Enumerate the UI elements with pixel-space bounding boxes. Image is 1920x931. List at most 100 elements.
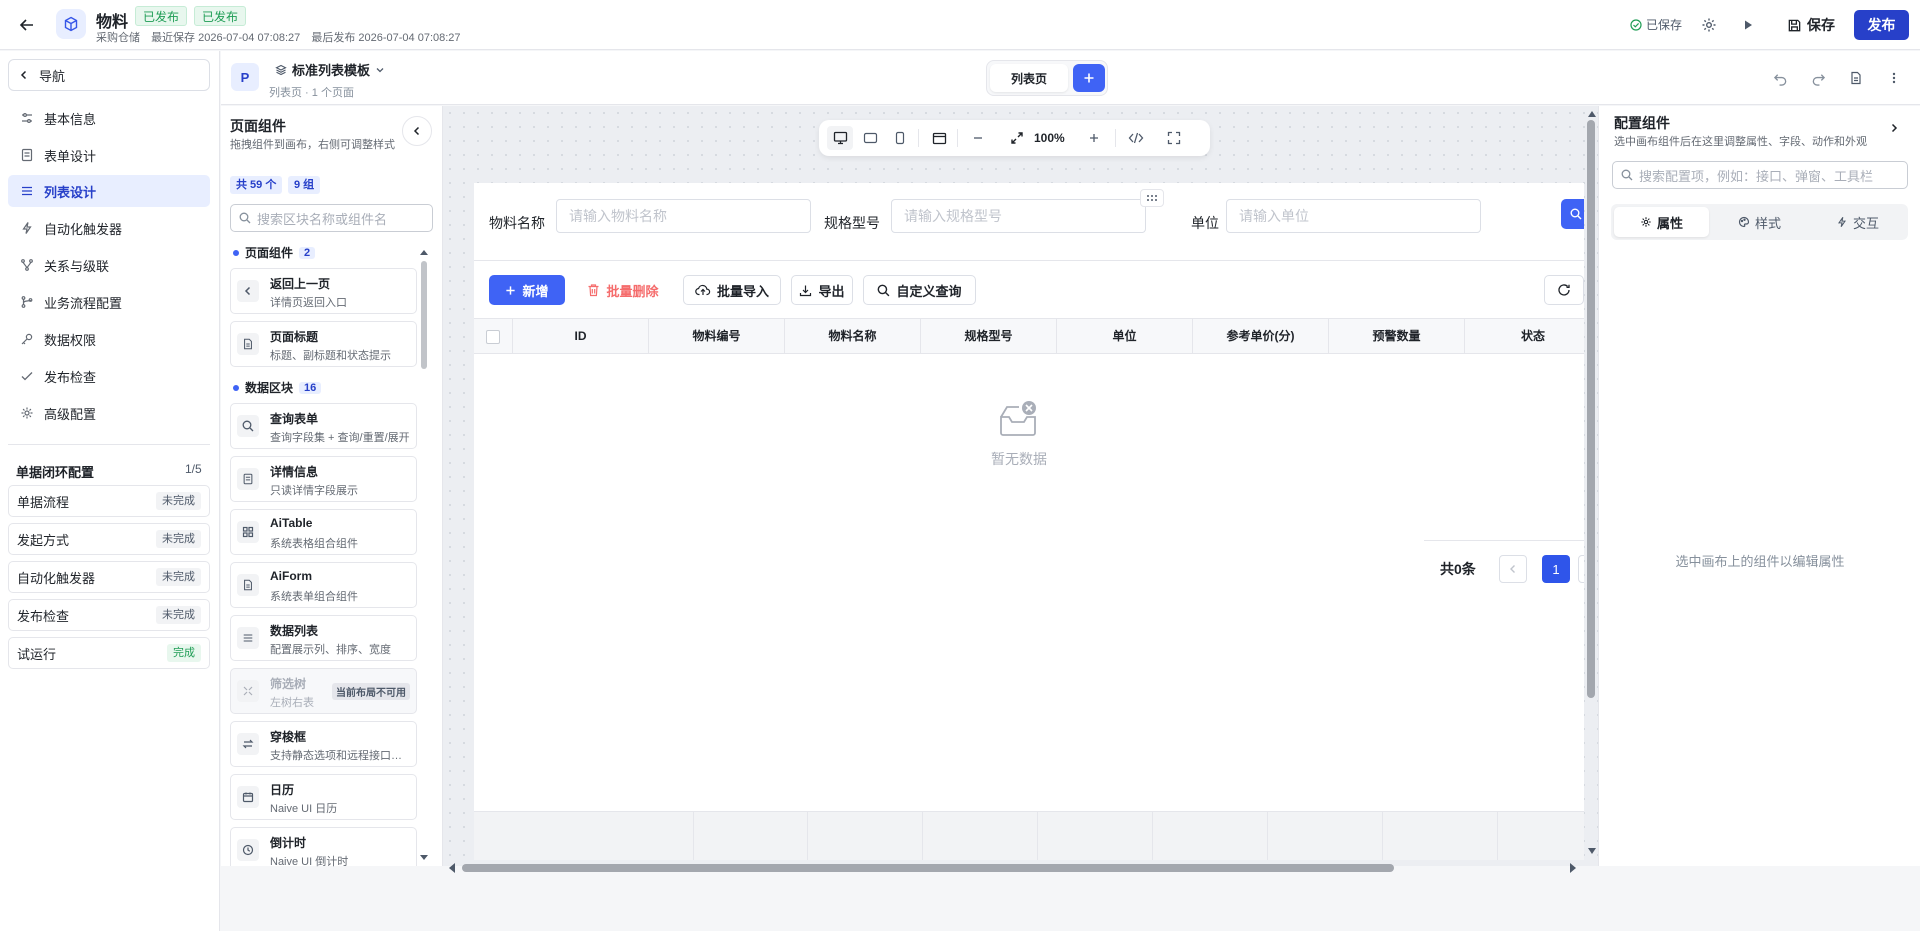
tab-style[interactable]: 样式 — [1712, 207, 1807, 237]
app-meta: 采购仓储 最近保存 2026-07-04 07:08:27 最后发布 2026-… — [96, 29, 469, 45]
pagination-prev-button[interactable] — [1499, 555, 1527, 583]
component-name: 页面标题 — [270, 330, 319, 344]
scroll-up-icon[interactable] — [1588, 111, 1596, 117]
loop-item-automation-triggers[interactable]: 自动化触发器 未完成 — [8, 561, 210, 593]
select-all-checkbox[interactable] — [486, 330, 500, 344]
collapse-components-button[interactable] — [402, 116, 432, 146]
sidebar-item-basic-info[interactable]: 基本信息 — [8, 102, 210, 134]
frame-view-button[interactable] — [926, 126, 952, 150]
group-data-blocks[interactable]: 数据区块 16 — [233, 379, 322, 396]
fullscreen-button[interactable] — [1161, 126, 1187, 150]
material-name-input[interactable]: 请输入物料名称 — [556, 199, 811, 233]
status-badge: 未完成 — [156, 530, 201, 548]
component-search-input[interactable]: 搜索区块名称或组件名 — [230, 204, 433, 232]
config-search-input[interactable]: 搜索配置项，例如：接口、弹窗、工具栏 — [1612, 161, 1908, 189]
component-card-page-title[interactable]: 页面标题 标题、副标题和状态提示 — [230, 321, 417, 367]
group-page-components[interactable]: 页面组件 2 — [233, 244, 316, 261]
custom-query-button[interactable]: 自定义查询 — [863, 275, 976, 305]
sidebar-item-data-permissions[interactable]: 数据权限 — [8, 323, 210, 355]
key-icon — [21, 333, 33, 345]
mobile-icon — [895, 131, 905, 145]
add-page-button[interactable] — [1073, 64, 1105, 92]
sidebar-item-business-flow[interactable]: 业务流程配置 — [8, 286, 210, 318]
status-badge: 未完成 — [156, 492, 201, 510]
scroll-right-icon[interactable] — [1570, 863, 1576, 873]
loop-item-publish-check[interactable]: 发布检查 未完成 — [8, 599, 210, 631]
table-header-cell[interactable]: 物料编号 — [649, 319, 785, 354]
tab-interaction[interactable]: 交互 — [1810, 207, 1905, 237]
scroll-down-icon[interactable] — [1588, 848, 1596, 854]
query-search-button[interactable] — [1561, 199, 1584, 229]
components-scrollbar[interactable] — [421, 261, 427, 369]
sidebar-item-advanced-config[interactable]: 高级配置 — [8, 397, 210, 429]
undo-button[interactable] — [1766, 64, 1794, 92]
redo-button[interactable] — [1804, 64, 1832, 92]
loop-item-trial-run[interactable]: 试运行 完成 — [8, 637, 210, 669]
desktop-view-button[interactable] — [827, 126, 853, 150]
save-button[interactable]: 保存 — [1778, 10, 1844, 40]
design-canvas[interactable]: 100% 物料名称 请输入物料名称 规格型号 请输入规格型号 单位 请输入单位 — [443, 106, 1598, 873]
save-icon — [1788, 19, 1801, 31]
component-card-back[interactable]: 返回上一页 详情页返回入口 — [230, 268, 417, 314]
sidebar-item-relations[interactable]: 关系与级联 — [8, 249, 210, 281]
scroll-down-icon[interactable] — [419, 854, 429, 862]
pagination-next-button[interactable] — [1578, 555, 1584, 583]
scroll-up-icon[interactable] — [419, 248, 429, 256]
component-card-aiform[interactable]: AiForm 系统表单组合组件 — [230, 562, 417, 608]
component-card-aitable[interactable]: AiTable 系统表格组合组件 — [230, 509, 417, 555]
spec-model-input[interactable]: 请输入规格型号 — [891, 199, 1146, 233]
component-card-transfer[interactable]: 穿梭框 支持静态选项和远程接口数据 — [230, 721, 417, 767]
sidebar-item-label: 基本信息 — [44, 111, 97, 127]
pagination-page-button[interactable]: 1 — [1542, 555, 1570, 583]
table-header-cell[interactable]: 参考单价(分) — [1193, 319, 1329, 354]
loop-item-document-flow[interactable]: 单据流程 未完成 — [8, 485, 210, 517]
swap-icon — [237, 733, 259, 755]
zoom-out-button[interactable] — [965, 126, 991, 150]
component-card-detail-info[interactable]: 详情信息 只读详情字段展示 — [230, 456, 417, 502]
zoom-in-button[interactable] — [1081, 126, 1107, 150]
table-header-cell[interactable]: ID — [513, 319, 649, 354]
tablet-view-button[interactable] — [857, 126, 883, 150]
template-selector[interactable]: 标准列表模板 — [275, 60, 385, 79]
table-header-cell[interactable]: 规格型号 — [921, 319, 1057, 354]
publish-button[interactable]: 发布 — [1854, 10, 1909, 40]
preview-run-button[interactable] — [1733, 11, 1763, 39]
collapse-config-button[interactable] — [1879, 113, 1909, 143]
more-button[interactable] — [1880, 64, 1908, 92]
sidebar-item-form-design[interactable]: 表单设计 — [8, 139, 210, 171]
group-label: 页面组件 — [245, 246, 294, 260]
loop-config-count: 1/5 — [185, 462, 202, 476]
fit-zoom-button[interactable] — [1004, 126, 1030, 150]
scroll-left-icon[interactable] — [449, 863, 455, 873]
component-card-data-list[interactable]: 数据列表 配置展示列、排序、宽度 — [230, 615, 417, 661]
sidebar-item-list-design[interactable]: 列表设计 — [8, 175, 210, 207]
batch-import-button[interactable]: 批量导入 — [683, 275, 781, 305]
tab-list-page[interactable]: 列表页 — [990, 64, 1068, 92]
refresh-button[interactable] — [1544, 275, 1584, 305]
loop-item-initiation-method[interactable]: 发起方式 未完成 — [8, 523, 210, 555]
code-view-button[interactable] — [1123, 126, 1149, 150]
table-header-cell[interactable]: 物料名称 — [785, 319, 921, 354]
settings-button[interactable] — [1694, 11, 1724, 39]
back-button[interactable] — [12, 11, 42, 39]
sidebar-item-automation-triggers[interactable]: 自动化触发器 — [8, 212, 210, 244]
unit-input[interactable]: 请输入单位 — [1226, 199, 1481, 233]
drag-handle[interactable] — [1140, 189, 1164, 207]
component-card-query-form[interactable]: 查询表单 查询字段集 + 查询/重置/展开 — [230, 403, 417, 449]
canvas-horizontal-scrollbar[interactable] — [462, 864, 1394, 872]
table-header-cell[interactable]: 预警数量 — [1329, 319, 1465, 354]
nav-toggle-button[interactable]: 导航 — [8, 59, 210, 91]
canvas-vertical-scrollbar[interactable] — [1587, 120, 1595, 698]
batch-delete-button[interactable]: 批量删除 — [581, 275, 665, 305]
component-card-countdown[interactable]: 倒计时 Naive UI 倒计时 — [230, 827, 417, 868]
table-header-cell[interactable]: 状态 — [1465, 319, 1584, 354]
mobile-view-button[interactable] — [887, 126, 913, 150]
export-button[interactable]: 导出 — [791, 275, 853, 305]
tab-properties[interactable]: 属性 — [1614, 207, 1709, 237]
sidebar-item-publish-check[interactable]: 发布检查 — [8, 360, 210, 392]
query-form[interactable]: 物料名称 请输入物料名称 规格型号 请输入规格型号 单位 请输入单位 — [474, 183, 1584, 261]
add-button[interactable]: 新增 — [489, 275, 565, 305]
table-header-cell[interactable]: 单位 — [1057, 319, 1193, 354]
document-button[interactable] — [1842, 64, 1870, 92]
component-card-calendar[interactable]: 日历 Naive UI 日历 — [230, 774, 417, 820]
